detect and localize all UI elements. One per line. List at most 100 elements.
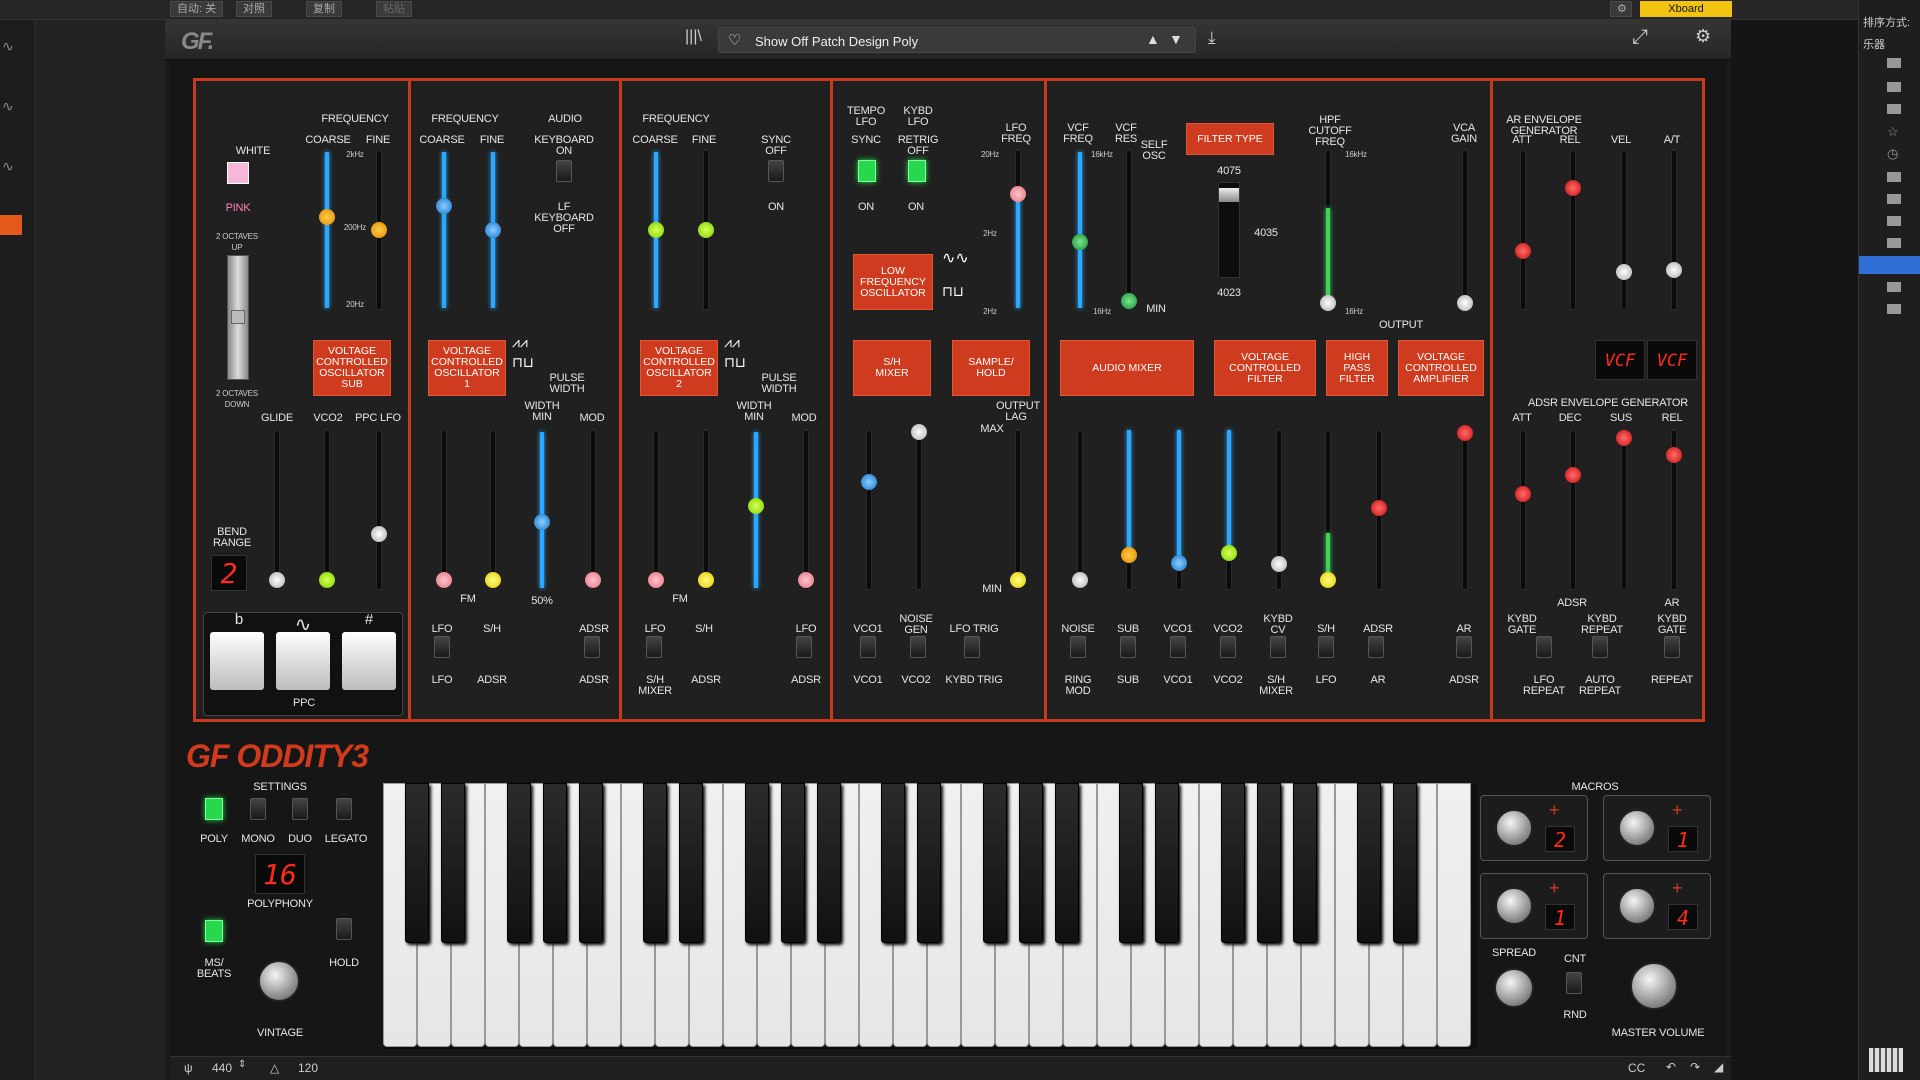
tempo-sync-led[interactable] — [858, 160, 876, 182]
folder-icon[interactable] — [1887, 58, 1901, 68]
osc1-fm-sh-handle[interactable] — [485, 572, 501, 588]
adsr-sus-slider[interactable] — [1621, 430, 1627, 590]
glide-slider[interactable] — [274, 430, 280, 590]
sub-switch[interactable] — [1120, 636, 1136, 658]
black-key[interactable] — [507, 783, 531, 943]
osc2-mod-switch[interactable] — [796, 636, 812, 658]
sub-fine-handle[interactable] — [371, 222, 387, 238]
next-preset-icon[interactable]: ▼ — [1169, 31, 1183, 47]
vel-handle[interactable] — [1616, 264, 1632, 280]
osc1-coarse-handle[interactable] — [436, 198, 452, 214]
osc1-fm-switch[interactable] — [434, 636, 450, 658]
osc2-fm-lfo-slider[interactable] — [653, 430, 659, 590]
macro-3-display[interactable]: 1 — [1545, 904, 1575, 930]
macro-2-knob[interactable] — [1618, 809, 1656, 847]
cc-button[interactable]: CC — [1628, 1061, 1645, 1075]
filter-type-button[interactable]: FILTER TYPE — [1186, 123, 1274, 155]
gear-icon[interactable]: ⚙ — [1610, 1, 1632, 17]
noise-ring-switch[interactable] — [1070, 636, 1086, 658]
master-volume-knob[interactable] — [1630, 962, 1678, 1010]
glide-handle[interactable] — [269, 572, 285, 588]
vco2-glide-slider[interactable] — [324, 430, 330, 590]
black-key[interactable] — [1393, 783, 1417, 943]
copy-button[interactable]: 复制 — [306, 1, 342, 17]
osc2-fm-switch[interactable] — [646, 636, 662, 658]
vel-slider[interactable] — [1621, 150, 1627, 310]
tempo-value[interactable]: 120 — [298, 1061, 318, 1075]
at-slider[interactable] — [1671, 150, 1677, 310]
vcf-res-slider[interactable] — [1126, 150, 1132, 310]
polyphony-display[interactable]: 16 — [255, 854, 305, 894]
mixer-sub-handle[interactable] — [1121, 547, 1137, 563]
tune-stepper-icon[interactable]: ⇕ — [238, 1059, 246, 1070]
osc2-fine-handle[interactable] — [698, 222, 714, 238]
sh-noise-handle[interactable] — [911, 424, 927, 440]
osc2-sync-switch[interactable] — [768, 160, 784, 182]
osc1-mod-switch[interactable] — [584, 636, 600, 658]
hpf-cutoff-handle[interactable] — [1320, 295, 1336, 311]
osc1-fine-handle[interactable] — [485, 222, 501, 238]
adsr-att-handle[interactable] — [1515, 486, 1531, 502]
ar-att-slider[interactable] — [1520, 150, 1526, 310]
adsr-repeat-switch[interactable] — [1592, 636, 1608, 658]
keyboard-switch[interactable] — [556, 160, 572, 182]
adsr-dec-slider[interactable] — [1570, 430, 1576, 590]
macro-2-display[interactable]: 1 — [1668, 826, 1698, 852]
folder-icon-8[interactable] — [1887, 282, 1901, 292]
adsr-sus-handle[interactable] — [1616, 430, 1632, 446]
white-key[interactable] — [1437, 783, 1471, 1047]
macro-3-add-icon[interactable]: + — [1549, 878, 1560, 899]
trigger-switch[interactable] — [964, 636, 980, 658]
noise-color-switch[interactable] — [227, 162, 249, 184]
folder-icon-7[interactable] — [1887, 238, 1901, 248]
vintage-knob[interactable] — [258, 960, 300, 1002]
preset-selector[interactable]: ♡ Show Off Patch Design Poly ▲ ▼ — [718, 27, 1196, 53]
osc2-mod-handle[interactable] — [798, 572, 814, 588]
vca-env-switch[interactable] — [1456, 636, 1472, 658]
undo-icon[interactable]: ↶ — [1666, 1060, 1676, 1074]
black-key[interactable] — [983, 783, 1007, 943]
vcf-sh-handle[interactable] — [1320, 572, 1336, 588]
black-key[interactable] — [441, 783, 465, 943]
vcf-freq-handle[interactable] — [1072, 234, 1088, 250]
macro-4-display[interactable]: 4 — [1668, 904, 1698, 930]
output-lag-handle[interactable] — [1010, 572, 1026, 588]
library-icon[interactable]: |||\ — [685, 28, 702, 46]
ar-rel-handle[interactable] — [1565, 180, 1581, 196]
black-key[interactable] — [745, 783, 769, 943]
vcf-kybd-cv-handle[interactable] — [1271, 556, 1287, 572]
black-key[interactable] — [1055, 783, 1079, 943]
folder-icon-3[interactable] — [1887, 104, 1901, 114]
vcf-adsr-handle[interactable] — [1371, 500, 1387, 516]
at-handle[interactable] — [1666, 262, 1682, 278]
mono-switch[interactable] — [250, 798, 266, 820]
selected-browser-item[interactable] — [1859, 256, 1920, 274]
vcf-res-handle[interactable] — [1121, 293, 1137, 309]
vco2-glide-handle[interactable] — [319, 572, 335, 588]
kybd-cv-switch[interactable] — [1270, 636, 1286, 658]
black-key[interactable] — [881, 783, 905, 943]
vca-gain-handle[interactable] — [1457, 295, 1473, 311]
osc1-fm-lfo-slider[interactable] — [441, 430, 447, 590]
lfo-freq-handle[interactable] — [1010, 186, 1026, 202]
sh-vco1-slider[interactable] — [866, 430, 872, 590]
mixer-vco2-handle[interactable] — [1221, 545, 1237, 561]
osc1-width-handle[interactable] — [534, 514, 550, 530]
vel-destination-display[interactable]: VCF — [1595, 340, 1645, 380]
osc1-mod-slider[interactable] — [590, 430, 596, 590]
duo-switch[interactable] — [292, 798, 308, 820]
vca-gain-slider[interactable] — [1462, 150, 1468, 310]
filter-type-handle[interactable] — [1219, 188, 1239, 202]
prev-preset-icon[interactable]: ▲ — [1146, 31, 1160, 47]
ppc-lfo-handle[interactable] — [371, 526, 387, 542]
osc1-fm-lfo-handle[interactable] — [436, 572, 452, 588]
black-key[interactable] — [1155, 783, 1179, 943]
mixer-vco1-handle[interactable] — [1171, 555, 1187, 571]
download-icon[interactable]: ⤓ — [1208, 28, 1216, 48]
legato-switch[interactable] — [336, 798, 352, 820]
ppc-sharp-pad[interactable] — [342, 632, 396, 690]
tune-value[interactable]: 440 — [212, 1061, 232, 1075]
folder-icon-5[interactable] — [1887, 194, 1901, 204]
vco2-switch[interactable] — [1220, 636, 1236, 658]
sh-source-switch-1[interactable] — [860, 636, 876, 658]
